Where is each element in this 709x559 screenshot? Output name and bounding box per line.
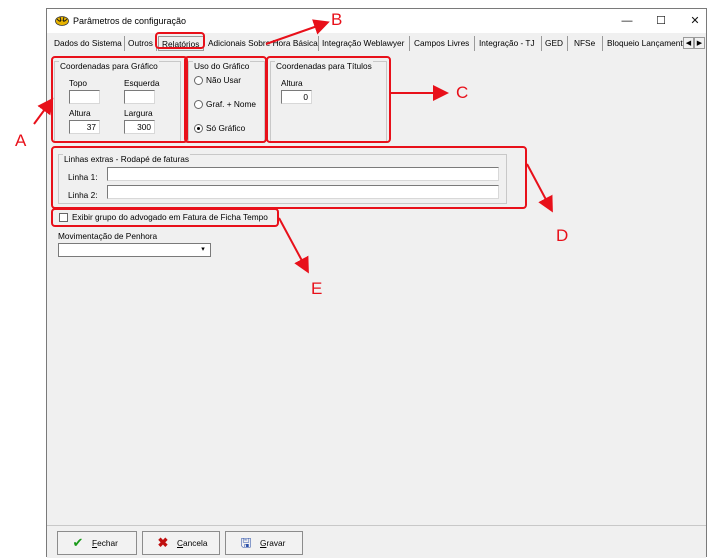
callout-c: C xyxy=(456,83,469,102)
highlight-tab-relatorios xyxy=(155,32,205,49)
highlight-box-b xyxy=(184,56,267,143)
cancel-x-icon: ✖ xyxy=(157,535,169,550)
close-button[interactable]: ✕ xyxy=(685,13,705,29)
tab-ged[interactable]: GED xyxy=(542,36,568,51)
gravar-label: Gravar xyxy=(260,538,286,548)
bottom-button-bar: ✔ Fechar ✖ Cancela 🖫 Gravar xyxy=(47,525,706,558)
highlight-box-c xyxy=(266,56,391,143)
callout-b: B xyxy=(331,10,343,29)
title-bar: Parâmetros de configuração — ☐ ✕ xyxy=(47,9,706,33)
highlight-box-e xyxy=(51,208,279,227)
tab-scroll-right-icon[interactable]: ▶ xyxy=(694,37,705,49)
save-disk-icon: 🖫 xyxy=(240,535,252,550)
tab-dados-sistema[interactable]: Dados do Sistema xyxy=(51,36,125,51)
callout-a: A xyxy=(15,131,27,150)
label-movimentacao: Movimentação de Penhora xyxy=(58,231,158,241)
highlight-box-a xyxy=(51,56,188,143)
tiger-logo-icon xyxy=(55,16,69,26)
window-title: Parâmetros de configuração xyxy=(73,16,187,26)
callout-e: E xyxy=(311,279,323,298)
minimize-button[interactable]: — xyxy=(617,13,637,29)
tab-integracao-tj[interactable]: Integração - TJ xyxy=(476,36,542,51)
tab-strip: Dados do Sistema Outros Relatórios Adici… xyxy=(47,36,706,52)
fechar-button[interactable]: ✔ Fechar xyxy=(57,531,137,555)
tab-outros[interactable]: Outros xyxy=(125,36,157,51)
tab-campos-livres[interactable]: Campos Livres xyxy=(411,36,475,51)
tab-bloqueio[interactable]: Bloqueio Lançament xyxy=(604,36,683,51)
chevron-down-icon[interactable]: ▾ xyxy=(197,245,209,255)
maximize-button[interactable]: ☐ xyxy=(651,13,671,29)
gravar-button[interactable]: 🖫 Gravar xyxy=(225,531,303,555)
tab-adicionais[interactable]: Adicionais Sobre Hora Básica xyxy=(205,36,319,51)
tab-integracao-weblawyer[interactable]: Integração Weblawyer xyxy=(319,36,410,51)
select-movimentacao[interactable]: ▾ xyxy=(58,243,211,257)
callout-d: D xyxy=(556,226,569,245)
tab-nfse[interactable]: NFSe xyxy=(571,36,603,51)
cancela-label: Cancela xyxy=(177,538,208,548)
cancela-button[interactable]: ✖ Cancela xyxy=(142,531,220,555)
fechar-label: Fechar xyxy=(92,538,118,548)
checkmark-icon: ✔ xyxy=(72,535,84,550)
tab-scroll-left-icon[interactable]: ◀ xyxy=(683,37,694,49)
highlight-box-d xyxy=(51,146,527,209)
